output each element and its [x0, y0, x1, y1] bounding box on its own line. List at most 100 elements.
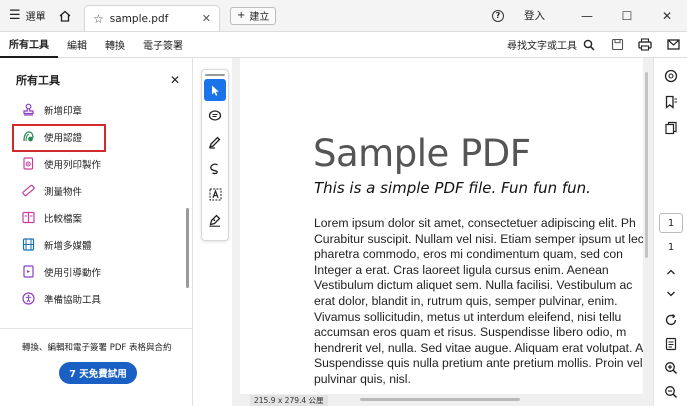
tab-convert[interactable]: 轉換 [96, 32, 134, 58]
ruler-icon [22, 184, 35, 197]
status-bar: 215.9 x 279.4 公厘 [232, 394, 653, 406]
pdf-body-text: Lorem ipsum dolor sit amet, consectetuer… [314, 216, 643, 388]
tool-item-compare[interactable]: 比較檔案 [0, 204, 180, 231]
all-tools-panel: 所有工具 ✕ 新增印章 使用認證 使用列印製作 測量物件 比較檔案 新增多媒體 [0, 58, 193, 406]
tool-item-accessibility[interactable]: 準備協助工具 [0, 285, 180, 312]
tool-item-print-production[interactable]: 使用列印製作 [0, 150, 180, 177]
tool-item-guided-action[interactable]: 使用引導動作 [0, 258, 180, 285]
page-down-icon[interactable] [663, 286, 679, 302]
tool-item-measure[interactable]: 測量物件 [0, 177, 180, 204]
pdf-heading: Sample PDF [313, 132, 531, 175]
help-button[interactable]: ? [486, 4, 510, 28]
maximize-icon[interactable]: ☐ [607, 9, 647, 23]
body-line: erat dolor, blandit in, rutrum quis, sem… [314, 293, 618, 308]
tool-label: 使用引導動作 [44, 267, 102, 279]
email-button[interactable] [659, 39, 687, 50]
tool-label: 比較檔案 [44, 213, 83, 225]
home-button[interactable] [52, 9, 78, 23]
close-panel-icon[interactable]: ✕ [170, 73, 180, 87]
save-icon [611, 38, 623, 51]
page-up-icon[interactable] [663, 264, 679, 280]
tool-label: 準備協助工具 [44, 294, 102, 306]
free-trial-button[interactable]: 7 天免費試用 [59, 362, 137, 384]
body-line: accumsan eros quam et risus. Suspendisse… [314, 325, 627, 340]
printer-icon [638, 38, 652, 51]
bookmark-icon[interactable] [663, 94, 679, 110]
page-info-icon[interactable] [663, 336, 679, 352]
menu-label: 選單 [25, 12, 46, 23]
plus-icon: + [237, 10, 246, 21]
ai-assistant-icon[interactable] [663, 68, 679, 84]
new-tab-button[interactable]: + 建立 [230, 6, 277, 25]
guided-action-icon [22, 265, 35, 278]
main-toolbar: 所有工具 編輯 轉換 電子簽署 尋找文字或工具 [0, 32, 687, 58]
accessibility-icon [22, 292, 35, 305]
save-button[interactable] [603, 38, 631, 51]
close-window-icon[interactable]: ✕ [647, 9, 687, 23]
sign-in-button[interactable]: 登入 [524, 8, 545, 23]
find-tool[interactable]: 尋找文字或工具 [507, 37, 595, 52]
cursor-icon [212, 85, 219, 96]
right-sidebar: 1 1 [653, 58, 687, 406]
zoom-in-icon[interactable] [663, 360, 679, 376]
minimize-icon[interactable]: — [567, 9, 607, 23]
new-tab-label: 建立 [249, 12, 270, 23]
panel-header: 所有工具 ✕ [0, 58, 192, 88]
draw-tool-button[interactable] [204, 157, 226, 179]
select-tool-button[interactable] [204, 79, 226, 101]
page-total: 1 [667, 242, 675, 253]
search-icon[interactable] [583, 39, 595, 51]
tool-label: 新增多媒體 [44, 240, 92, 252]
mail-icon [666, 39, 680, 50]
menu-button[interactable]: ☰ 選單 [0, 8, 52, 23]
refresh-icon[interactable] [663, 312, 679, 328]
pen-icon [208, 136, 221, 149]
find-label: 尋找文字或工具 [507, 41, 577, 52]
highlight-tool-button[interactable] [204, 131, 226, 153]
text-tool-button[interactable] [204, 183, 226, 205]
stamp-icon [22, 103, 35, 116]
zoom-out-icon[interactable] [663, 384, 679, 400]
body-line: Integer a erat. Cras laoreet ligula curs… [314, 262, 609, 277]
document-tab[interactable]: ☆ sample.pdf ✕ [84, 5, 220, 31]
document-vertical-scrollbar[interactable] [645, 72, 648, 258]
body-line: pulvinar quis, nisl. [314, 371, 411, 386]
page-size-label: 215.9 x 279.4 公厘 [250, 394, 328, 406]
tab-e-sign[interactable]: 電子簽署 [134, 32, 192, 58]
text-box-icon [209, 188, 221, 200]
sign-tool-button[interactable] [204, 209, 226, 231]
panel-scrollbar[interactable] [186, 208, 189, 288]
tool-item-multimedia[interactable]: 新增多媒體 [0, 231, 180, 258]
panel-title: 所有工具 [16, 74, 60, 87]
title-bar: ☰ 選單 ☆ sample.pdf ✕ + 建立 ? 登入 — ☐ ✕ [0, 0, 687, 32]
pages-icon[interactable] [663, 120, 679, 136]
drag-handle[interactable] [205, 74, 225, 76]
promo-text: 轉換、編輯和電子簽署 PDF 表格與合約 [22, 343, 172, 353]
home-icon [59, 10, 71, 22]
body-line: pharetra commodo, eros mi condimentum qu… [314, 247, 623, 262]
freehand-icon [210, 163, 218, 174]
body-line: hendrerit vel, nulla. Sed vitae augue. A… [314, 340, 643, 355]
pdf-subtitle: This is a simple PDF file. Fun fun fun. [314, 179, 591, 197]
body-line: Vestibulum dictum aliquet sem. Nulla fac… [314, 278, 633, 293]
tool-label: 使用列印製作 [44, 159, 102, 171]
tab-all-tools[interactable]: 所有工具 [0, 32, 58, 58]
page-number-input[interactable]: 1 [659, 213, 683, 233]
tool-label: 新增印章 [44, 105, 83, 117]
titlebar-right: ? 登入 — ☐ ✕ [486, 0, 687, 31]
tab-edit[interactable]: 編輯 [58, 32, 96, 58]
comment-icon [208, 109, 222, 121]
compare-icon [22, 211, 35, 224]
body-line: Vivamus sollicitudin, metus ut interdum … [314, 309, 622, 324]
tab-title: sample.pdf [109, 12, 169, 25]
hamburger-icon: ☰ [9, 8, 21, 23]
close-tab-icon[interactable]: ✕ [202, 12, 211, 25]
body-line: Curabitur suscipit. Nullam vel nisi. Eti… [314, 231, 643, 246]
comment-tool-button[interactable] [204, 105, 226, 127]
tool-item-stamp[interactable]: 新增印章 [0, 96, 180, 123]
body-line: Suspendisse quis nulla pretium ante pret… [314, 356, 643, 371]
print-button[interactable] [631, 38, 659, 51]
highlight-box [12, 124, 106, 152]
star-icon[interactable]: ☆ [93, 12, 104, 26]
document-horizontal-scrollbar[interactable] [360, 398, 520, 401]
